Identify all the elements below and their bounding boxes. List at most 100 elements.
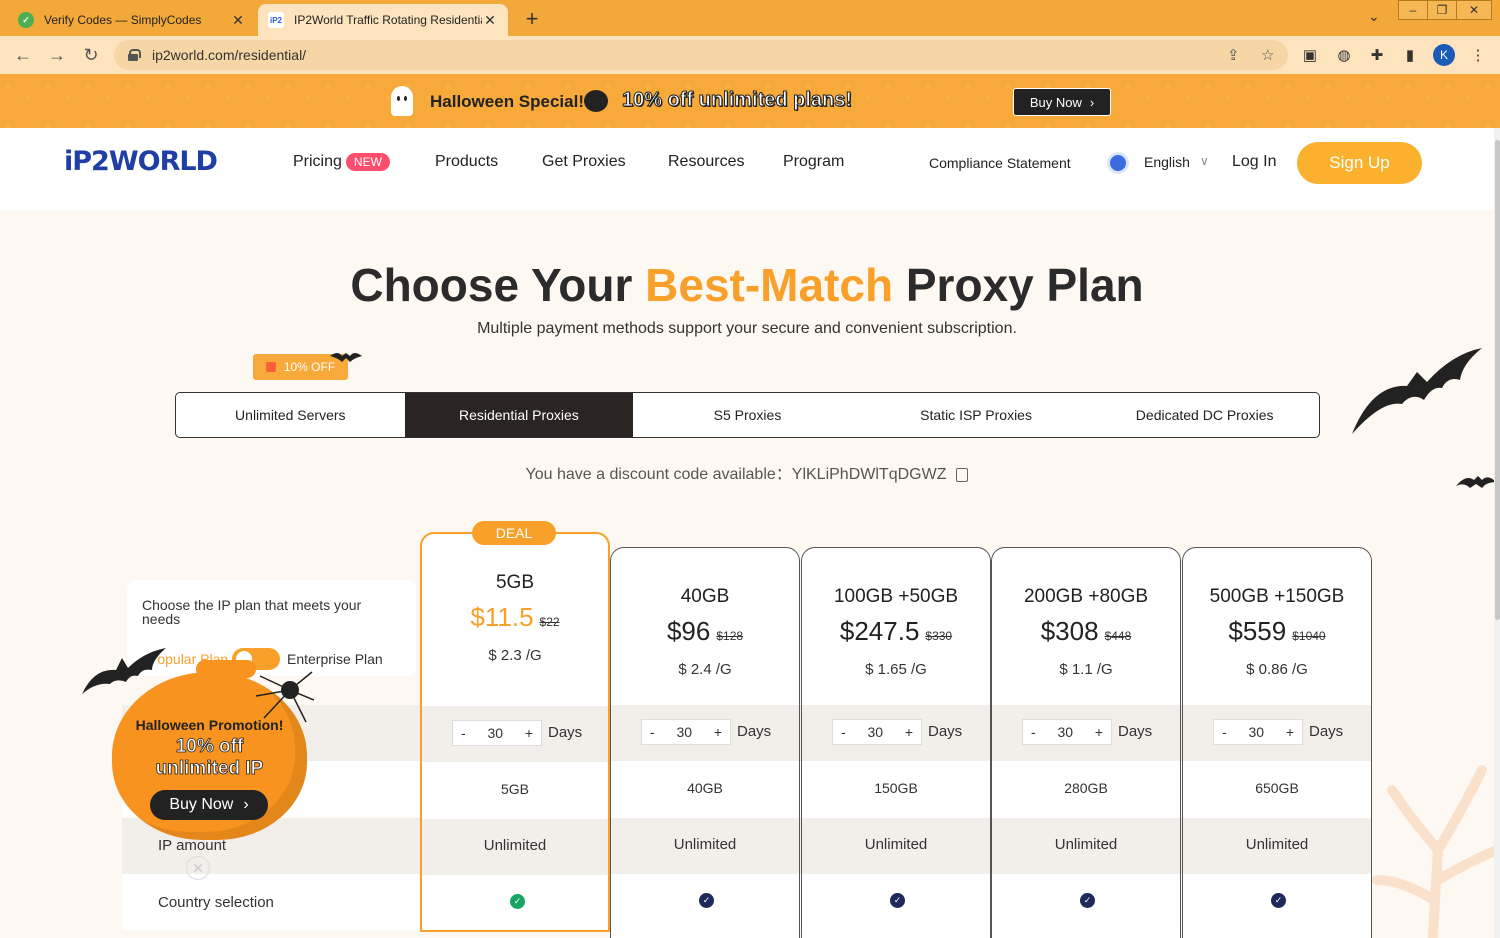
nav-resources[interactable]: Resources bbox=[668, 153, 744, 171]
decrement-button[interactable]: - bbox=[461, 725, 466, 741]
back-icon[interactable]: ← bbox=[12, 44, 34, 66]
days-stepper[interactable]: - 30 + bbox=[1022, 719, 1112, 745]
days-value[interactable]: 30 bbox=[1057, 724, 1073, 740]
language-select[interactable]: English bbox=[1144, 154, 1190, 170]
plan-size: 200GB +80GB bbox=[1023, 586, 1149, 607]
globe-icon[interactable] bbox=[1107, 152, 1129, 174]
login-link[interactable]: Log In bbox=[1232, 153, 1276, 171]
widget-buy-now-button[interactable]: Buy Now › bbox=[150, 790, 268, 820]
decrement-button[interactable]: - bbox=[841, 724, 846, 740]
lock-icon[interactable] bbox=[128, 49, 141, 61]
plan-size: 40GB bbox=[680, 586, 730, 607]
reload-icon[interactable]: ↻ bbox=[80, 44, 102, 66]
old-price: $330 bbox=[925, 629, 953, 643]
price-per-gb: $ 2.4 /G bbox=[678, 661, 732, 678]
price-per-gb: $ 2.3 /G bbox=[488, 647, 542, 664]
plan-size: 5GB bbox=[495, 572, 535, 593]
days-value[interactable]: 30 bbox=[1248, 724, 1264, 740]
restore-icon[interactable]: ❐ bbox=[1427, 0, 1457, 20]
promo-buy-now-button[interactable]: Buy Now › bbox=[1013, 88, 1111, 116]
site-header: iP2WORLD Pricing NEW Products Get Proxies… bbox=[0, 128, 1494, 210]
days-label: Days bbox=[1118, 723, 1153, 740]
days-stepper[interactable]: - 30 + bbox=[641, 719, 731, 745]
decrement-button[interactable]: - bbox=[650, 724, 655, 740]
copy-icon[interactable] bbox=[956, 467, 969, 482]
days-value[interactable]: 30 bbox=[487, 725, 503, 741]
side-panel-icon[interactable]: ▮ bbox=[1400, 45, 1420, 65]
close-tab-icon[interactable]: ✕ bbox=[230, 12, 246, 29]
extension-image-icon[interactable]: ▣ bbox=[1300, 45, 1320, 65]
traffic-amount: 650GB bbox=[1255, 780, 1299, 796]
close-tab-icon[interactable]: ✕ bbox=[482, 12, 498, 29]
bookmark-star-icon[interactable]: ☆ bbox=[1261, 46, 1274, 64]
deal-badge: DEAL bbox=[472, 521, 556, 545]
page-subtitle: Multiple payment methods support your se… bbox=[477, 320, 1017, 337]
ip2world-favicon-icon: iP2 bbox=[268, 12, 284, 28]
discount-text: You have a discount code available：YlKLi… bbox=[525, 466, 947, 483]
increment-button[interactable]: + bbox=[1286, 724, 1294, 740]
days-stepper[interactable]: - 30 + bbox=[832, 719, 922, 745]
nav-compliance-statement[interactable]: Compliance Statement bbox=[929, 155, 1071, 171]
tab-unlimited-servers[interactable]: Unlimited Servers bbox=[176, 393, 405, 437]
minimize-icon[interactable]: – bbox=[1398, 0, 1428, 20]
plan-price: $559 $1040 bbox=[1183, 616, 1371, 647]
share-icon[interactable]: ⇪ bbox=[1227, 46, 1240, 64]
tab-static-isp-proxies[interactable]: Static ISP Proxies bbox=[862, 393, 1091, 437]
days-label: Days bbox=[1309, 723, 1344, 740]
plan-card-40gb[interactable]: 40GB $96 $128 $ 2.4 /G - 30 + Days 40GB Unl… bbox=[610, 547, 800, 938]
forward-icon[interactable]: → bbox=[46, 44, 68, 66]
increment-button[interactable]: + bbox=[714, 724, 722, 740]
nav-pricing[interactable]: Pricing NEW bbox=[293, 153, 390, 171]
days-value[interactable]: 30 bbox=[867, 724, 883, 740]
tab-residential-proxies[interactable]: Residential Proxies bbox=[404, 393, 634, 437]
plan-card-280gb[interactable]: 200GB +80GB $308 $448 $ 1.1 /G -30 + Days … bbox=[991, 547, 1181, 938]
days-stepper[interactable]: - 30 + bbox=[452, 720, 542, 746]
scrollbar-thumb[interactable] bbox=[1495, 140, 1500, 620]
ip-amount: Unlimited bbox=[864, 836, 928, 853]
tree-decoration-icon bbox=[1372, 765, 1494, 938]
decrement-button[interactable]: - bbox=[1222, 724, 1227, 740]
browser-tab-simplycodes[interactable]: ✓ Verify Codes — SimplyCodes ✕ bbox=[8, 4, 256, 36]
enterprise-plan-label[interactable]: Enterprise Plan bbox=[287, 651, 383, 667]
browser-tab-ip2world[interactable]: iP2 IP2World Traffic Rotating Residentia… bbox=[258, 4, 508, 36]
decrement-button[interactable]: - bbox=[1031, 724, 1036, 740]
days-label: Days bbox=[737, 723, 772, 740]
browser-menu-icon[interactable]: ⋮ bbox=[1468, 45, 1488, 65]
title-post: Proxy Plan bbox=[893, 259, 1144, 311]
tab-search-chevron-icon[interactable]: ⌄ bbox=[1368, 8, 1380, 25]
plan-card-5gb[interactable]: 5GB $11.5 $22 $ 2.3 /G - 30 + Days 5GB Unli… bbox=[420, 532, 610, 932]
days-stepper[interactable]: - 30 + bbox=[1213, 719, 1303, 745]
widget-offer-line2: unlimited IP bbox=[155, 758, 264, 780]
signup-button[interactable]: Sign Up bbox=[1297, 142, 1422, 184]
increment-button[interactable]: + bbox=[905, 724, 913, 740]
check-icon: ✓ bbox=[699, 893, 714, 908]
check-icon: ✓ bbox=[510, 894, 525, 909]
close-window-icon[interactable]: ✕ bbox=[1456, 0, 1492, 20]
close-widget-icon[interactable]: ✕ bbox=[186, 856, 210, 880]
increment-button[interactable]: + bbox=[1095, 724, 1103, 740]
nav-get-proxies[interactable]: Get Proxies bbox=[542, 153, 626, 171]
ip2world-logo[interactable]: iP2WORLD bbox=[64, 146, 218, 177]
new-badge: NEW bbox=[345, 153, 390, 171]
plan-card-150gb[interactable]: 100GB +50GB $247.5 $330 $ 1.65 /G - 30 + Da… bbox=[801, 547, 991, 938]
bat-icon bbox=[330, 353, 362, 362]
extension-globe-icon[interactable]: ◍ bbox=[1334, 45, 1354, 65]
increment-button[interactable]: + bbox=[525, 725, 533, 741]
chevron-down-icon[interactable]: ∨ bbox=[1200, 154, 1209, 168]
old-price: $128 bbox=[716, 629, 744, 643]
plan-price: $308 $448 bbox=[992, 616, 1180, 647]
tab-s5-proxies[interactable]: S5 Proxies bbox=[633, 393, 862, 437]
extensions-puzzle-icon[interactable]: ✚ bbox=[1367, 45, 1387, 65]
new-tab-icon[interactable]: + bbox=[520, 6, 544, 32]
plan-card-650gb[interactable]: 500GB +150GB $559 $1040 $ 0.86 /G - 30 + Da… bbox=[1182, 547, 1372, 938]
profile-avatar[interactable]: K bbox=[1433, 44, 1455, 66]
chevron-right-icon: › bbox=[1089, 94, 1095, 110]
nav-program[interactable]: Program bbox=[783, 153, 844, 171]
promo-offer-text: 10% off unlimited plans! bbox=[621, 89, 853, 112]
price-value: $247.5 bbox=[839, 616, 920, 646]
nav-products[interactable]: Products bbox=[435, 153, 498, 171]
address-bar[interactable]: ip2world.com/residential/ bbox=[114, 40, 1288, 70]
tab-dedicated-dc-proxies[interactable]: Dedicated DC Proxies bbox=[1090, 393, 1319, 437]
url-text[interactable]: ip2world.com/residential/ bbox=[152, 47, 306, 63]
days-value[interactable]: 30 bbox=[676, 724, 692, 740]
